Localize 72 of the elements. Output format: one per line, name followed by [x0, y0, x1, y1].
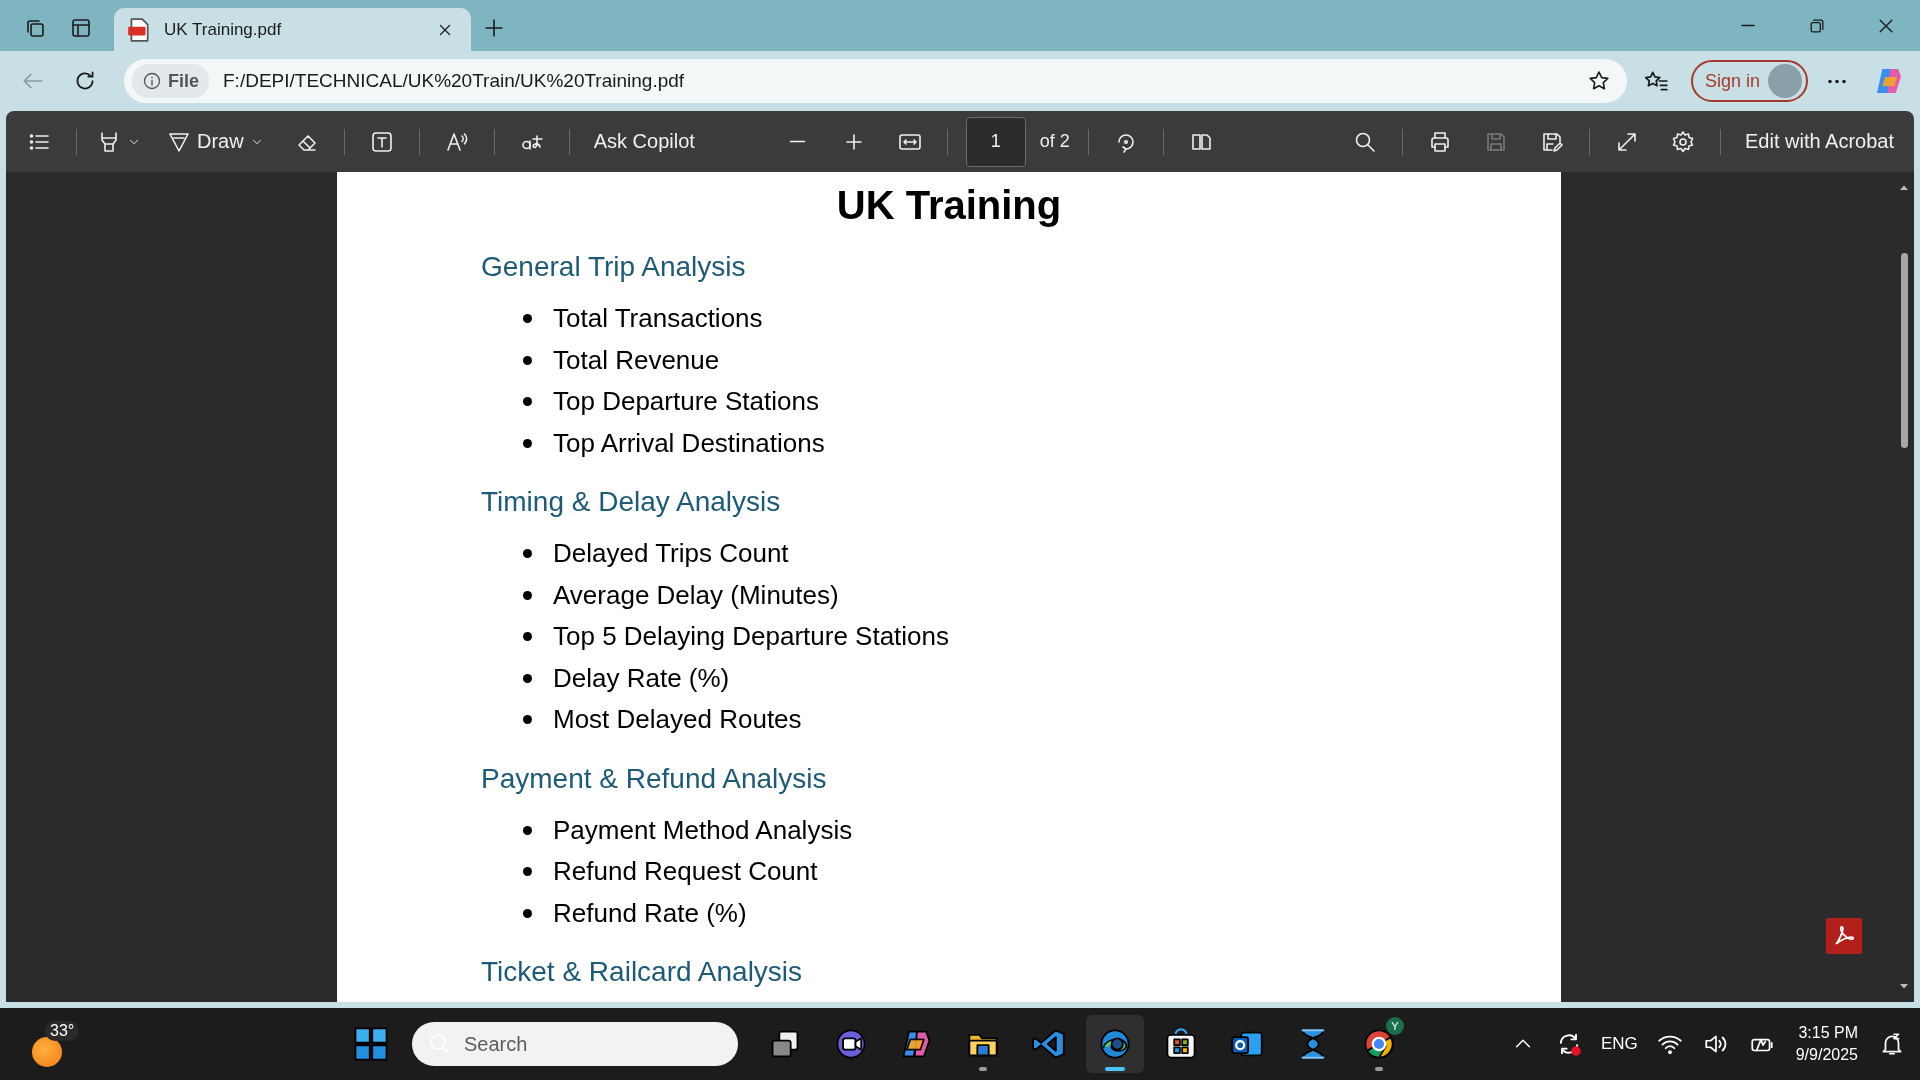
taskbar-app-button[interactable]: Y — [1350, 1015, 1408, 1073]
code-editor-icon — [1032, 1027, 1066, 1061]
bullet-dot — [523, 867, 532, 877]
list-item-text: Payment Method Analysis — [553, 814, 853, 846]
list-item-text: Total Transactions — [553, 303, 763, 335]
section-heading: Timing & Delay Analysis — [481, 485, 782, 519]
scrollbar-thumb[interactable] — [1900, 253, 1908, 448]
list-item-text: Average Delay (Minutes) — [553, 579, 839, 611]
section-heading: General Trip Analysis — [481, 250, 747, 284]
taskbar-app-button[interactable] — [1086, 1015, 1144, 1073]
sign-in-button[interactable]: Sign in — [1690, 60, 1808, 102]
list-item-text: Delay Rate (%) — [553, 662, 730, 694]
bullet-dot — [523, 438, 532, 448]
list-item-text: Refund Request Count — [553, 856, 818, 888]
pdf-file-icon — [126, 16, 152, 43]
list-item-text: Most Delayed Routes — [553, 704, 802, 736]
site-info-label: File — [168, 70, 199, 92]
browser-tab[interactable]: UK Training.pdf — [114, 8, 471, 51]
star-icon — [1586, 69, 1611, 93]
windows-logo-icon — [353, 1026, 389, 1062]
address-bar[interactable]: File F:/DEPI/TECHNICAL/UK%20Train/UK%20Training.pdf — [124, 59, 1627, 103]
video-chat-icon — [834, 1027, 868, 1061]
bullet-dot — [523, 825, 532, 835]
list-item-text: Delayed Trips Count — [553, 538, 789, 570]
profile-badge: Y — [1386, 1017, 1404, 1035]
bullet-dot — [523, 673, 532, 683]
time-text: 3:15 PM — [1798, 1023, 1858, 1043]
site-info-chip[interactable]: File — [132, 64, 209, 98]
temperature: 33° — [45, 1021, 80, 1041]
page-total: of 2 — [1039, 131, 1070, 152]
list-item-text: Refund Rate (%) — [553, 897, 747, 929]
sun-icon — [32, 1037, 62, 1067]
section-heading: Ticket & Railcard Analysis — [481, 955, 804, 989]
bullet-dot — [523, 908, 532, 918]
plus-icon — [482, 16, 506, 40]
list-item-text: Total Revenue — [553, 344, 720, 376]
minimize-icon — [1740, 24, 1755, 27]
date-text: 9/9/2025 — [1795, 1045, 1858, 1065]
weather-widget[interactable]: 33° — [32, 1019, 92, 1069]
more-dots-icon — [1827, 78, 1847, 84]
acrobat-button[interactable] — [1826, 918, 1862, 954]
clock[interactable]: 3:15 PM 9/9/2025 — [1789, 1022, 1864, 1066]
edit-with-acrobat-button[interactable]: Edit with Acrobat — [1733, 120, 1906, 163]
star-list-icon — [1642, 68, 1669, 94]
list-item-text: Top 5 Delaying Departure Stations — [553, 621, 949, 653]
list-item-text: Top Arrival Destinations — [553, 427, 825, 459]
browser-icon — [1098, 1027, 1132, 1061]
bullet-dot — [523, 314, 532, 324]
window-icon — [69, 16, 93, 40]
document-title: UK Training — [835, 182, 1063, 229]
avatar-circle — [1768, 64, 1802, 98]
text-box-icon — [369, 129, 394, 154]
store-bag-icon — [1164, 1027, 1198, 1061]
bullet-dot — [523, 590, 532, 600]
list-item-text: Top Departure Stations — [553, 386, 819, 418]
search-field[interactable]: Search — [412, 1022, 738, 1066]
bullet-dot — [523, 715, 532, 725]
bullet-dot — [523, 355, 532, 365]
url-text: F:/DEPI/TECHNICAL/UK%20Train/UK%20Training.pdf — [223, 70, 686, 92]
tab-title: UK Training.pdf — [164, 19, 283, 40]
minus-icon — [789, 140, 807, 143]
section-heading: Payment & Refund Analysis — [481, 761, 828, 796]
language-indicator[interactable]: ENG — [1596, 1022, 1642, 1066]
bullet-dot — [523, 632, 532, 642]
page-number-field[interactable]: 1 — [965, 116, 1026, 167]
info-icon — [142, 71, 162, 91]
bullet-dot — [523, 397, 532, 407]
settings-icon — [1671, 129, 1696, 154]
draw-button[interactable]: Draw — [155, 120, 276, 163]
bullet-dot — [523, 549, 532, 559]
ask-copilot-button[interactable]: Ask Copilot — [581, 120, 707, 163]
bell-snooze-icon — [1879, 1031, 1905, 1057]
